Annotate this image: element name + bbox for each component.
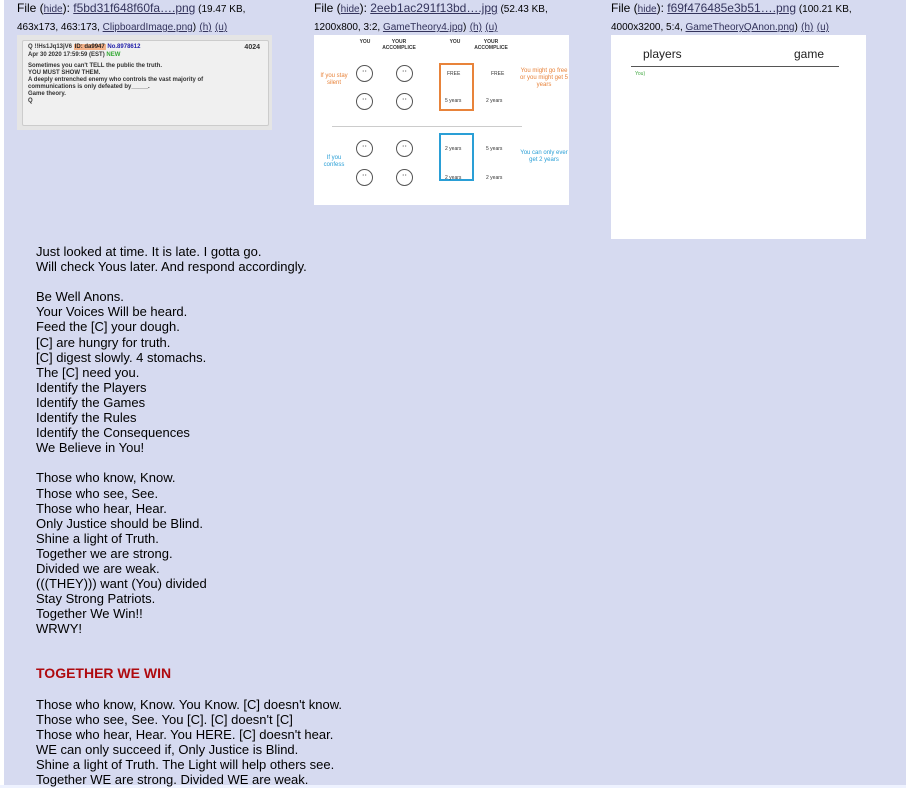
divider bbox=[332, 126, 522, 127]
file-label: File ( bbox=[314, 1, 341, 15]
face-icon bbox=[396, 140, 413, 157]
post-body: Sometimes you can't TELL the public the … bbox=[28, 63, 204, 104]
screenshot-card: Q !!Hs1Jq13jV6 ID: da9947 No.8978612 402… bbox=[22, 40, 269, 126]
h-link[interactable]: (h) bbox=[801, 22, 813, 33]
file-name-link[interactable]: f5bd31f648f60fa….png bbox=[73, 1, 195, 15]
col-you-1: YOU bbox=[359, 39, 371, 45]
hide-link[interactable]: hide bbox=[341, 4, 360, 15]
file-info-3: File (hide): f69f476485e3b51….png (100.2… bbox=[611, 0, 881, 36]
summary-confess: You can only ever get 2 years bbox=[520, 150, 568, 163]
u-link[interactable]: (u) bbox=[817, 22, 829, 33]
original-filename-link[interactable]: ClipboardImage.png bbox=[103, 22, 193, 33]
file-close: ) bbox=[192, 22, 197, 33]
file-label: File ( bbox=[17, 1, 44, 15]
face-icon bbox=[396, 65, 413, 82]
post-header: Q !!Hs1Jq13jV6 ID: da9947 No.8978612 bbox=[28, 44, 140, 50]
you-label: You) bbox=[635, 71, 646, 77]
row-stay-silent: If you stay silent bbox=[320, 73, 348, 86]
outcome-5-years: 5 years bbox=[445, 98, 462, 104]
face-icon bbox=[356, 140, 373, 157]
post-message: Just looked at time. It is late. I gotta… bbox=[36, 244, 307, 637]
new-badge: NEW bbox=[106, 52, 121, 58]
outcome-2-years: 2 years bbox=[486, 98, 503, 104]
file-close: ) bbox=[463, 22, 467, 33]
summary-silent: You might go free or you might get 5 yea… bbox=[519, 68, 569, 88]
file-close: ) bbox=[794, 22, 798, 33]
game-label: game bbox=[794, 47, 825, 61]
header-rule bbox=[631, 66, 839, 67]
outcome-free-2: FREE bbox=[491, 71, 505, 77]
h-link[interactable]: (h) bbox=[470, 22, 482, 33]
file-name-link[interactable]: f69f476485e3b51….png bbox=[667, 1, 796, 15]
date-text: Apr 30 2020 17:59:59 (EST) bbox=[28, 52, 105, 58]
outcome-free: FREE bbox=[447, 71, 461, 77]
face-icon bbox=[356, 65, 373, 82]
post-message-continued: Those who know, Know. You Know. [C] does… bbox=[36, 697, 343, 788]
original-filename-link[interactable]: GameTheory4.jpg bbox=[383, 22, 463, 33]
file-block-1: File (hide): f5bd31f648f60fa….png (19.47… bbox=[17, 0, 287, 36]
hide-link[interactable]: hide bbox=[638, 4, 657, 15]
file-block-3: File (hide): f69f476485e3b51….png (100.2… bbox=[611, 0, 881, 36]
file-block-2: File (hide): 2eeb1ac291f13bd….jpg (52.43… bbox=[314, 0, 584, 36]
players-label: players bbox=[643, 47, 682, 61]
col-accomplice-1: YOUR ACCOMPLICE bbox=[382, 39, 416, 51]
file-label-sep: ): bbox=[656, 1, 668, 15]
face-icon bbox=[356, 169, 373, 186]
outcome-2-years: 2 years bbox=[486, 175, 503, 181]
post-number: No.8978612 bbox=[107, 44, 141, 50]
face-icon bbox=[396, 93, 413, 110]
file-label-sep: ): bbox=[62, 1, 74, 15]
post-heading: TOGETHER WE WIN bbox=[36, 665, 172, 681]
thumbnail-3[interactable]: players game You) bbox=[611, 35, 866, 239]
row-confess: If you confess bbox=[323, 155, 345, 168]
file-info-1: File (hide): f5bd31f648f60fa….png (19.47… bbox=[17, 0, 287, 36]
tripcode: Q !!Hs1Jq13jV6 bbox=[28, 44, 73, 50]
outcome-2-years: 2 years bbox=[445, 146, 462, 152]
face-icon bbox=[356, 93, 373, 110]
col-you-2: YOU bbox=[449, 39, 461, 45]
file-label: File ( bbox=[611, 1, 638, 15]
original-filename-link[interactable]: GameTheoryQAnon.png bbox=[686, 22, 795, 33]
outcome-5-years: 5 years bbox=[486, 146, 503, 152]
poster-id: ID: da9947 bbox=[73, 44, 106, 50]
col-accomplice-2: YOUR ACCOMPLICE bbox=[474, 39, 508, 51]
post-date: Apr 30 2020 17:59:59 (EST) NEW bbox=[28, 52, 120, 58]
outcome-2-years: 2 years bbox=[445, 175, 462, 181]
u-link[interactable]: (u) bbox=[215, 22, 227, 33]
hide-link[interactable]: hide bbox=[44, 4, 63, 15]
outcome-box-confess bbox=[439, 133, 474, 181]
file-name-link[interactable]: 2eeb1ac291f13bd….jpg bbox=[370, 1, 497, 15]
thumbnail-1[interactable]: Q !!Hs1Jq13jV6 ID: da9947 No.8978612 402… bbox=[17, 35, 272, 130]
thumbnail-2[interactable]: YOU YOUR ACCOMPLICE YOU YOUR ACCOMPLICE … bbox=[314, 35, 569, 205]
drop-number: 4024 bbox=[244, 44, 260, 51]
post-container: File (hide): f5bd31f648f60fa….png (19.47… bbox=[4, 0, 906, 788]
face-icon bbox=[396, 169, 413, 186]
file-label-sep: ): bbox=[359, 1, 371, 15]
u-link[interactable]: (u) bbox=[485, 22, 497, 33]
h-link[interactable]: (h) bbox=[199, 22, 211, 33]
file-info-2: File (hide): 2eeb1ac291f13bd….jpg (52.43… bbox=[314, 0, 584, 36]
